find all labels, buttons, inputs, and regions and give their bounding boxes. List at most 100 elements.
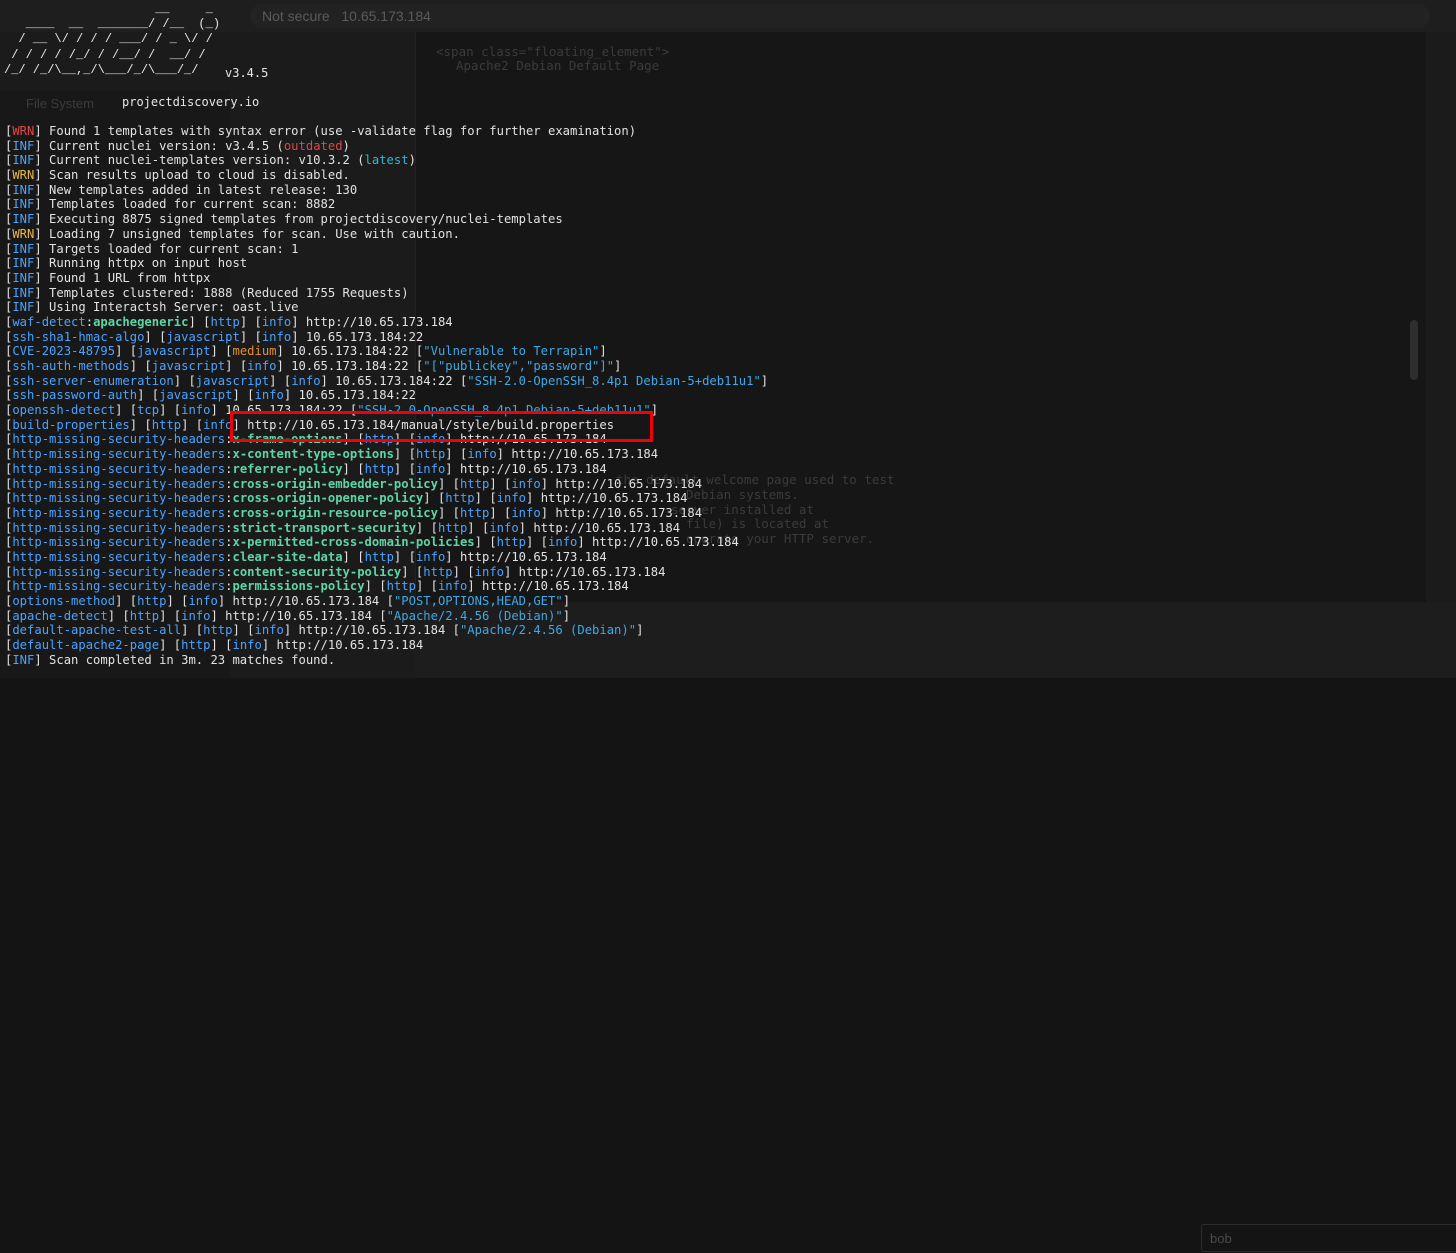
log-segment: INF (12, 182, 35, 197)
log-segment: : (85, 314, 94, 329)
log-segment: x-permitted-cross-domain-policies (232, 535, 475, 550)
log-segment: ] http://10.65.173.184 (467, 579, 629, 594)
log-segment: ] [ (342, 549, 365, 564)
log-segment: http-missing-security-headers (12, 476, 226, 491)
log-segment: "POST,OPTIONS,HEAD,GET" (393, 594, 563, 608)
log-segment: http-missing-security-headers (12, 491, 226, 506)
log-segment: http (437, 520, 468, 535)
log-line: [INF] Templates loaded for current scan:… (5, 197, 768, 212)
log-segment: ] [ (393, 461, 416, 476)
log-segment: referrer-policy (232, 461, 343, 476)
log-line: [ssh-server-enumeration] [javascript] [i… (5, 374, 768, 389)
log-segment: WRN (12, 168, 35, 183)
log-segment: ] [ (210, 344, 233, 359)
log-line: [WRN] Found 1 templates with syntax erro… (5, 124, 768, 139)
log-segment: ] http://10.65.173.184 (291, 314, 453, 329)
log-segment: http (496, 535, 526, 550)
log-segment: medium (232, 344, 277, 359)
log-segment: ] http://10.65.173.184 (577, 535, 739, 550)
log-segment: info (181, 608, 211, 623)
log-segment: ] http://10.65.173.184 (518, 520, 681, 535)
log-line: [INF] Found 1 URL from httpx (5, 271, 768, 286)
log-segment: ] [ (526, 535, 549, 550)
log-segment: ] [ (115, 344, 138, 359)
username-field[interactable]: bob (1201, 1224, 1456, 1252)
log-segment: info (511, 476, 541, 491)
log-line: [options-method] [http] [info] http://10… (5, 594, 768, 609)
log-line: [http-missing-security-headers:x-content… (5, 447, 768, 462)
log-segment: ] [ (181, 623, 204, 638)
log-segment: info (261, 314, 292, 329)
log-segment: ] [ (210, 638, 233, 653)
log-segment: x-content-type-options (232, 447, 394, 462)
log-segment: ] [ (342, 461, 365, 476)
log-segment: ] [ (415, 579, 438, 594)
log-segment: waf-detect (12, 314, 86, 329)
log-line: [apache-detect] [http] [info] http://10.… (5, 609, 768, 624)
log-segment: INF (12, 153, 35, 168)
log-segment: strict-transport-security (232, 520, 416, 535)
log-segment: ] [ (401, 564, 424, 579)
log-segment: http (459, 505, 490, 520)
log-segment: http (181, 638, 211, 653)
log-segment: http (415, 447, 446, 462)
log-segment: ssh-sha1-hmac-algo (12, 329, 145, 344)
log-segment: INF (12, 241, 35, 256)
log-segment: ] [ (144, 329, 167, 344)
log-line: [default-apache2-page] [http] [info] htt… (5, 638, 768, 653)
log-segment: info (489, 520, 519, 535)
log-segment: WRN (12, 124, 35, 138)
log-segment: ] 10.65.173.184:22 [ (320, 373, 468, 388)
log-segment: WRN (12, 226, 35, 241)
log-segment: ] [ (364, 579, 387, 594)
log-segment: ] [ (393, 447, 416, 462)
log-segment: ] Executing 8875 signed templates from p… (34, 212, 563, 227)
log-segment: ] http://10.65.173.184 (504, 564, 666, 579)
log-segment: ] [ (474, 491, 497, 506)
log-segment: ] (562, 608, 571, 623)
log-segment: outdated (283, 138, 343, 153)
log-segment: latest (364, 153, 409, 168)
log-segment: ] [ (115, 594, 138, 608)
log-segment: info (415, 549, 446, 564)
log-segment: "Vulnerable to Terrapin" (423, 344, 600, 359)
log-segment: ] http://10.65.173.184 [ (283, 623, 460, 638)
log-segment: ] [ (159, 638, 182, 653)
log-segment: ] [ (239, 314, 262, 329)
log-segment: http-missing-security-headers (12, 564, 226, 579)
log-line: [http-missing-security-headers:cross-ori… (5, 491, 768, 506)
nuclei-ascii-banner: __ _ ____ __ _______/ /__ (_) / __ \/ / … (4, 2, 221, 77)
log-line: [INF] Using Interactsh Server: oast.live (5, 300, 768, 315)
log-segment: ] 10.65.173.184:22 [ (276, 344, 424, 359)
log-segment: INF (12, 212, 35, 227)
log-segment: ssh-server-enumeration (12, 373, 174, 388)
log-line: [INF] Targets loaded for current scan: 1 (5, 242, 768, 257)
log-segment: ] [ (269, 373, 292, 388)
log-line: [INF] Running httpx on input host (5, 256, 768, 271)
log-segment: javascript (151, 359, 226, 373)
log-segment: info (467, 447, 497, 462)
log-segment: INF (12, 256, 35, 271)
log-segment: default-apache2-page (12, 638, 160, 653)
log-segment: ] [ (181, 417, 204, 432)
log-segment: CVE-2023-48795 (12, 344, 116, 359)
log-segment: ] [ (225, 359, 248, 373)
log-line: [WRN] Scan results upload to cloud is di… (5, 168, 768, 183)
log-segment: INF (12, 197, 35, 212)
log-segment: ] http://10.65.173.184 (526, 491, 688, 506)
log-segment: ] [ (452, 564, 475, 579)
log-segment: info (203, 417, 233, 432)
log-segment: ] (614, 359, 622, 373)
log-segment: info (254, 388, 284, 403)
log-segment: ] http://10.65.173.184 (445, 549, 607, 564)
log-segment: ] [ (423, 491, 446, 506)
log-segment: ] New templates added in latest release:… (34, 182, 358, 197)
log-segment: ] [ (159, 608, 182, 623)
log-segment: tcp (137, 403, 160, 418)
log-segment: ] [ (232, 388, 255, 403)
log-segment: content-security-policy (232, 564, 402, 579)
log-segment: ssh-password-auth (12, 388, 138, 403)
log-segment: "["publickey","password"]" (423, 359, 615, 373)
log-segment: info (254, 623, 284, 638)
log-line: [ssh-password-auth] [javascript] [info] … (5, 388, 768, 403)
